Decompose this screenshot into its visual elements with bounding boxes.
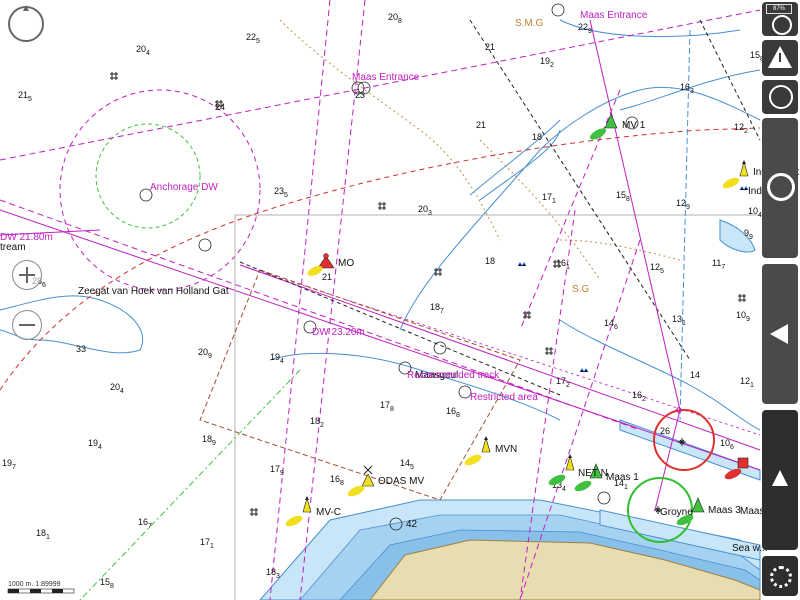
sounding: 23 (355, 90, 365, 100)
helm-button[interactable] (762, 118, 798, 258)
route-icon (770, 324, 788, 344)
label-mo: MO (338, 258, 354, 269)
route-button[interactable] (762, 264, 798, 404)
warning-mark (779, 53, 781, 62)
gear-icon (770, 566, 792, 588)
sounding: 21 (485, 42, 495, 52)
plus-icon-vertical (26, 267, 28, 283)
label-dw-2320: DW 23.20m (312, 327, 365, 338)
settings-button[interactable] (762, 556, 798, 596)
label-depth-42: 42 (406, 519, 418, 530)
label-anchorage: Anchorage DW (150, 182, 218, 193)
zoom-out-button[interactable] (12, 310, 42, 340)
sounding: 21 (476, 120, 486, 130)
label-restricted-area: Restricted area (470, 392, 538, 403)
label-recommended-track: Recommended track (407, 370, 500, 381)
compass-icon (769, 85, 793, 109)
label-stream: tream (0, 242, 26, 253)
label-maas-entrance-top: Maas Entrance (580, 10, 648, 21)
compass-button[interactable] (762, 80, 798, 114)
ais-target-icon (772, 470, 788, 486)
helm-icon (767, 173, 795, 201)
sounding: 26 (660, 426, 670, 436)
nautical-chart[interactable]: 2082252042152423211922291631582118122235… (0, 0, 800, 600)
crosshair-icon (772, 15, 792, 35)
label-gat: Zeegat van Hoek van Holland Gat (78, 286, 229, 297)
warning-button[interactable] (762, 40, 798, 76)
label-maas3: Maas 3 (708, 505, 741, 516)
right-sidebar: 87% (760, 0, 800, 600)
label-smg: S.M.G (515, 18, 544, 29)
label-netn: NET N (578, 468, 608, 479)
nav-info-button[interactable]: 87% (762, 2, 798, 36)
sounding: 33 (76, 344, 86, 354)
north-up-icon (23, 5, 29, 11)
label-sg: S.G (572, 284, 589, 295)
north-up-button[interactable] (8, 5, 44, 42)
sounding: 18 (532, 132, 542, 142)
sounding: 14 (690, 370, 700, 380)
label-maas1: Maas 1 (606, 472, 639, 483)
svg-text:1000 m. 1:89999: 1000 m. 1:89999 (8, 581, 61, 588)
label-mv1: MV 1 (622, 120, 646, 131)
label-odas: ODAS MV (378, 476, 424, 487)
label-mvc: MV-C (316, 507, 341, 518)
sounding: 21 (322, 272, 332, 282)
zoom-in-button[interactable] (12, 260, 42, 290)
label-maas-entrance: Maas Entrance (352, 72, 420, 83)
minus-icon (19, 324, 35, 326)
ais-button[interactable] (762, 410, 798, 550)
label-groyne: Groyne (660, 507, 693, 518)
label-mvn: MVN (495, 444, 517, 455)
sounding: 18 (485, 256, 495, 266)
battery-icon: 87% (766, 4, 792, 14)
